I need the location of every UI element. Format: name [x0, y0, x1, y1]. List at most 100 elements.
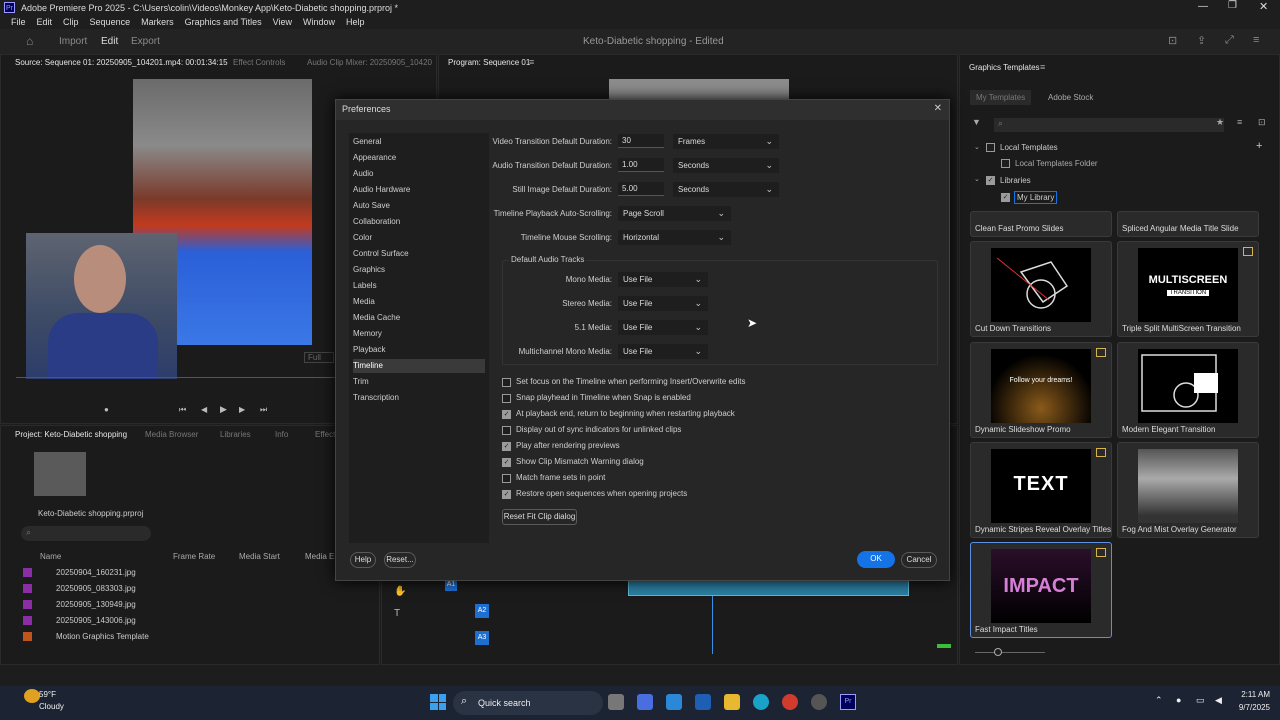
category-memory[interactable]: Memory	[353, 327, 485, 341]
mic-icon[interactable]: ●	[1176, 695, 1181, 705]
surround-media-select[interactable]: Use File ⌄	[618, 320, 708, 335]
tab-info[interactable]: Info	[275, 430, 288, 439]
maximize-icon[interactable]: ❐	[1228, 0, 1237, 11]
match-frame-checkbox[interactable]	[502, 474, 511, 483]
tab-source[interactable]: Source: Sequence 01: 20250905_104201.mp4…	[15, 58, 228, 67]
column-frame-rate[interactable]: Frame Rate	[173, 552, 215, 561]
snap-playhead-checkbox[interactable]	[502, 394, 511, 403]
category-audio-hardware[interactable]: Audio Hardware	[353, 183, 485, 197]
stereo-media-select[interactable]: Use File ⌄	[618, 296, 708, 311]
column-name[interactable]: Name	[40, 552, 61, 561]
menu-window[interactable]: Window	[303, 17, 335, 27]
category-trim[interactable]: Trim	[353, 375, 485, 389]
mono-media-select[interactable]: Use File ⌄	[618, 272, 708, 287]
menu-file[interactable]: File	[11, 17, 26, 27]
list-item[interactable]: 20250905_143006.jpg	[23, 616, 136, 626]
my-library-checkbox[interactable]: ✓	[1001, 193, 1010, 202]
workspaces-icon[interactable]: ⊡	[1168, 34, 1177, 47]
frame-back-icon[interactable]: ◀	[201, 405, 207, 414]
category-general[interactable]: General	[353, 135, 485, 149]
template-card[interactable]: Follow your dreams! Dynamic Slideshow Pr…	[970, 342, 1112, 438]
menu-help[interactable]: Help	[346, 17, 365, 27]
audio-transition-input[interactable]: 1.00	[618, 158, 664, 172]
category-color[interactable]: Color	[353, 231, 485, 245]
video-transition-input[interactable]: 30	[618, 134, 664, 148]
list-view-icon[interactable]: ≡	[1237, 117, 1242, 127]
star-icon[interactable]: ★	[1216, 117, 1224, 128]
taskbar-search-input[interactable]: ⌕ Quick search	[453, 691, 603, 715]
file-explorer-icon[interactable]	[724, 694, 740, 710]
template-card[interactable]: Modern Elegant Transition	[1117, 342, 1259, 438]
tab-program[interactable]: Program: Sequence 01	[448, 58, 530, 67]
thumbnail-size-slider[interactable]	[975, 652, 1045, 653]
menu-clip[interactable]: Clip	[63, 17, 79, 27]
network-icon[interactable]: ▭	[1196, 695, 1205, 706]
reset-fit-clip-button[interactable]: Reset Fit Clip dialog	[502, 509, 577, 525]
category-audio[interactable]: Audio	[353, 167, 485, 181]
autoscroll-select[interactable]: Page Scroll ⌄	[618, 206, 731, 221]
share-icon[interactable]: ⇪	[1197, 34, 1206, 47]
menu-graphics-and-titles[interactable]: Graphics and Titles	[185, 17, 262, 27]
copilot-icon[interactable]	[637, 694, 653, 710]
add-marker-icon[interactable]: ●	[104, 405, 109, 414]
category-timeline[interactable]: Timeline	[353, 359, 485, 373]
edge-icon[interactable]	[753, 694, 769, 710]
settings-icon[interactable]: ≡	[1253, 34, 1259, 46]
column-media-start[interactable]: Media Start	[239, 552, 280, 561]
export-tab[interactable]: Export	[131, 36, 160, 47]
step-back-icon[interactable]: ⏮	[179, 405, 186, 415]
tab-project[interactable]: Project: Keto-Diabetic shopping	[15, 430, 127, 439]
filter-icon[interactable]: ▼	[972, 117, 981, 127]
chrome-icon[interactable]	[782, 694, 798, 710]
panel-menu-icon[interactable]: ≡	[1040, 62, 1045, 72]
focus-timeline-checkbox[interactable]	[502, 378, 511, 387]
step-forward-icon[interactable]: ⏭	[260, 405, 267, 415]
tab-my-templates[interactable]: My Templates	[970, 90, 1032, 105]
template-card[interactable]: Cut Down Transitions	[970, 241, 1112, 337]
menu-view[interactable]: View	[273, 17, 292, 27]
template-card[interactable]: Clean Fast Promo Slides	[970, 211, 1112, 237]
template-card[interactable]: TEXT Dynamic Stripes Reveal Overlay Titl…	[970, 442, 1112, 538]
fullscreen-icon[interactable]: ⤢	[1225, 34, 1234, 47]
list-item[interactable]: Motion Graphics Template	[23, 632, 149, 641]
template-card[interactable]: Fog And Mist Overlay Generator	[1117, 442, 1259, 538]
multichannel-mono-select[interactable]: Use File ⌄	[618, 344, 708, 359]
template-card[interactable]: MULTISCREEN TRANSITION Triple Split Mult…	[1117, 241, 1259, 337]
category-media[interactable]: Media	[353, 295, 485, 309]
out-of-sync-checkbox[interactable]	[502, 426, 511, 435]
chevron-down-icon[interactable]: ⌄	[974, 143, 980, 151]
clock-date[interactable]: 9/7/2025	[1232, 703, 1270, 712]
task-view-icon[interactable]	[608, 694, 624, 710]
play-after-render-checkbox[interactable]: ✓	[502, 442, 511, 451]
category-auto-save[interactable]: Auto Save	[353, 199, 485, 213]
clock-time[interactable]: 2:11 AM	[1234, 690, 1270, 699]
help-button[interactable]: Help	[350, 552, 376, 568]
edit-tab[interactable]: Edit	[101, 36, 118, 47]
play-icon[interactable]: ▶	[220, 404, 227, 415]
still-image-input[interactable]: 5.00	[618, 182, 664, 196]
new-folder-icon[interactable]: ⊡	[1258, 117, 1266, 128]
close-icon[interactable]: ✕	[934, 103, 942, 114]
import-tab[interactable]: Import	[59, 36, 87, 47]
tab-libraries[interactable]: Libraries	[220, 430, 251, 439]
close-window-icon[interactable]: ✕	[1259, 0, 1268, 13]
category-graphics[interactable]: Graphics	[353, 263, 485, 277]
slider-handle[interactable]	[994, 648, 1002, 656]
volume-icon[interactable]: ◀	[1215, 695, 1222, 706]
category-appearance[interactable]: Appearance	[353, 151, 485, 165]
hand-tool-icon[interactable]: ✋	[394, 586, 406, 597]
local-templates-folder-checkbox[interactable]	[1001, 159, 1010, 168]
add-icon[interactable]: +	[1256, 140, 1262, 152]
playhead[interactable]	[712, 596, 713, 654]
windows-start-icon[interactable]	[430, 694, 446, 710]
mouse-scroll-select[interactable]: Horizontal ⌄	[618, 230, 731, 245]
chevron-down-icon[interactable]: ⌄	[974, 175, 980, 183]
libraries-checkbox[interactable]: ✓	[986, 176, 995, 185]
clip-mismatch-checkbox[interactable]: ✓	[502, 458, 511, 467]
menu-markers[interactable]: Markers	[141, 17, 174, 27]
track-a3-label[interactable]: A3	[475, 631, 489, 645]
restore-sequences-checkbox[interactable]: ✓	[502, 490, 511, 499]
category-control-surface[interactable]: Control Surface	[353, 247, 485, 261]
panel-menu-icon[interactable]: ≡	[529, 57, 534, 67]
menu-edit[interactable]: Edit	[37, 17, 53, 27]
